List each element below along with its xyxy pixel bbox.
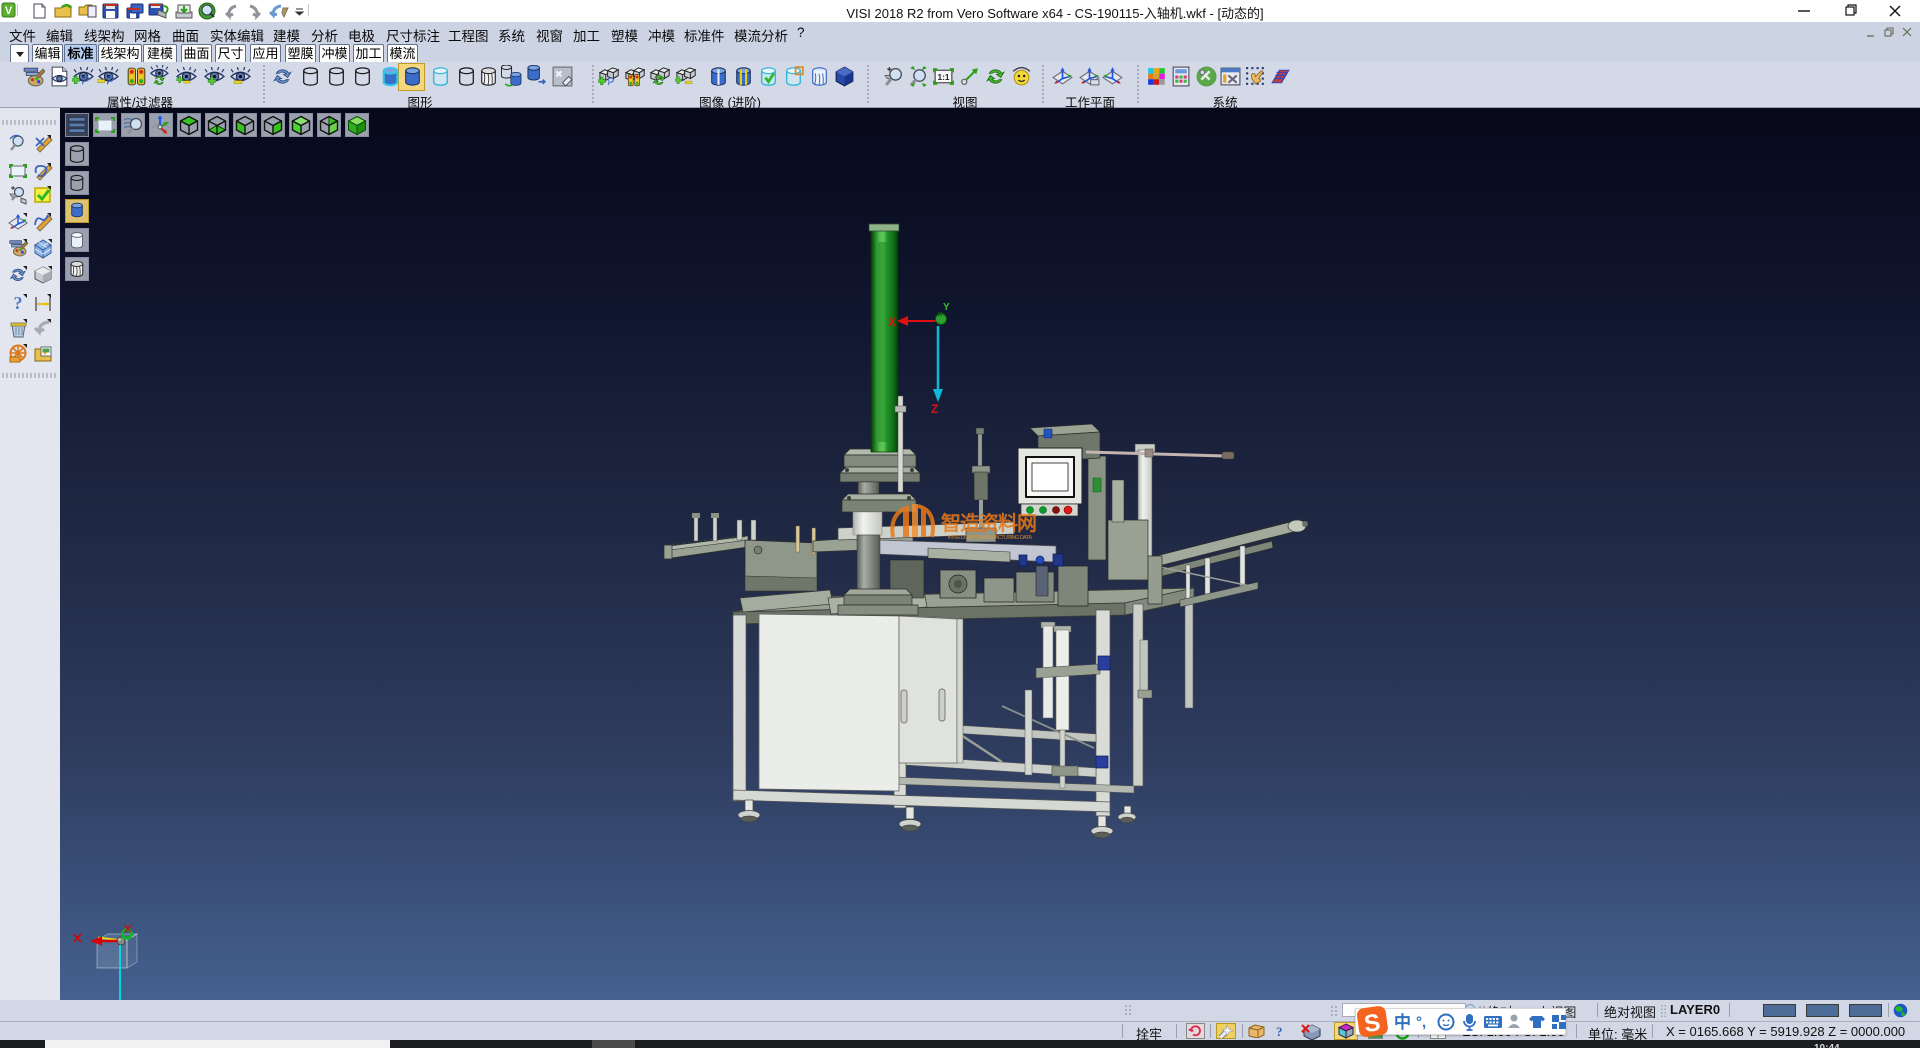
svg-text:Z: Z [931, 402, 938, 416]
svg-text:中: 中 [1394, 1012, 1411, 1032]
svg-text:°,: °, [1416, 1014, 1426, 1031]
svg-text:?: ? [14, 293, 23, 313]
svg-text:INTELLIGENT MANUFACTURING DATA: INTELLIGENT MANUFACTURING DATA [948, 535, 1032, 541]
svg-text:V: V [5, 5, 13, 17]
svg-text:智造资料网: 智造资料网 [941, 511, 1036, 535]
svg-text:Y: Y [943, 302, 950, 313]
svg-text:X: X [888, 315, 896, 329]
